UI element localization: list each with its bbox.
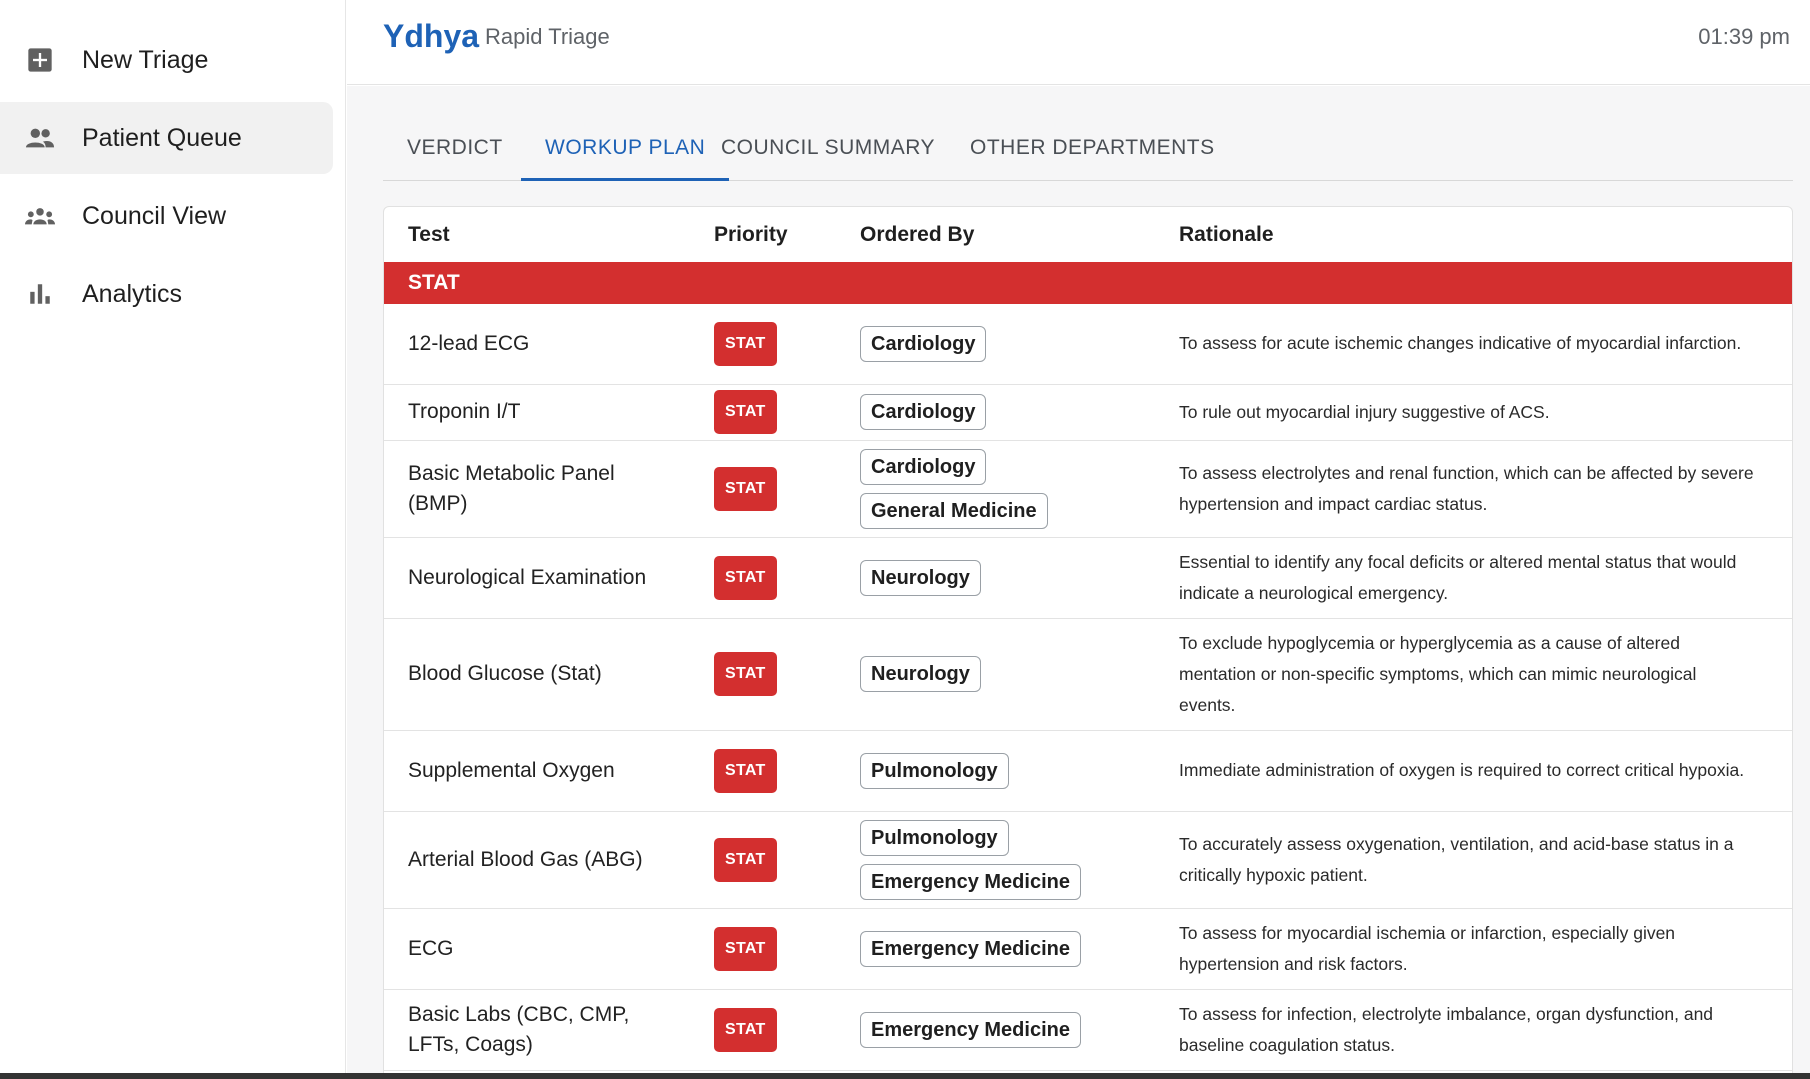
rationale-text: Immediate administration of oxygen is re… [1155, 730, 1792, 812]
test-name: Neurological Examination [384, 537, 690, 619]
people-icon [25, 123, 55, 153]
add-box-icon [25, 45, 55, 75]
department-chip: Cardiology [860, 325, 987, 362]
table-row: Troponin I/T STAT Cardiology To rule out… [384, 384, 1792, 441]
table-row: Blood Glucose (Stat) STAT Neurology To e… [384, 618, 1792, 731]
rationale-text: To assess electrolytes and renal functio… [1155, 440, 1792, 538]
priority-badge: STAT [714, 837, 777, 882]
rationale-text: To accurately assess oxygenation, ventil… [1155, 811, 1792, 909]
department-chip: General Medicine [860, 492, 1048, 529]
department-chip: Cardiology [860, 448, 987, 485]
group-label: STAT [384, 262, 1792, 304]
priority-badge: STAT [714, 390, 777, 434]
priority-badge: STAT [714, 321, 777, 366]
rationale-text: To assess for myocardial ischemia or inf… [1155, 908, 1792, 990]
table-row: Basic Labs (CBC, CMP, LFTs, Coags) STAT … [384, 989, 1792, 1071]
tab-council-summary[interactable]: COUNCIL SUMMARY [697, 122, 959, 181]
department-chip: Emergency Medicine [860, 863, 1081, 900]
workup-table: Test Priority Ordered By Rationale STAT … [384, 207, 1792, 1071]
test-name: Arterial Blood Gas (ABG) [384, 811, 690, 909]
test-name: ECG [384, 908, 690, 990]
tab-bar: VERDICT WORKUP PLAN COUNCIL SUMMARY OTHE… [383, 122, 1793, 181]
groups-icon [25, 201, 55, 231]
nav-label: Analytics [82, 279, 183, 308]
nav-item-analytics[interactable]: Analytics [0, 258, 333, 330]
priority-badge: STAT [714, 466, 777, 511]
table-row: ECG STAT Emergency Medicine To assess fo… [384, 908, 1792, 990]
nav-label: New Triage [82, 45, 209, 74]
test-name: Troponin I/T [384, 384, 690, 441]
table-header-row: Test Priority Ordered By Rationale [384, 207, 1792, 262]
table-row: Arterial Blood Gas (ABG) STAT Pulmonolog… [384, 811, 1792, 909]
table-row: Basic Metabolic Panel (BMP) STAT Cardiol… [384, 440, 1792, 538]
bar-chart-icon [25, 279, 55, 309]
test-name: Supplemental Oxygen [384, 730, 690, 812]
table-row: 12-lead ECG STAT Cardiology To assess fo… [384, 304, 1792, 385]
nav-item-council-view[interactable]: Council View [0, 180, 333, 252]
window-bottom-edge [0, 1073, 1810, 1079]
test-name: Basic Metabolic Panel (BMP) [384, 440, 690, 538]
column-header-ordered-by: Ordered By [860, 222, 975, 246]
department-chip: Neurology [860, 656, 981, 692]
column-header-priority: Priority [714, 222, 788, 246]
app-header: Ydhya Rapid Triage 01:39 pm [347, 0, 1810, 85]
clock: 01:39 pm [1698, 24, 1790, 49]
department-chip: Cardiology [860, 394, 987, 430]
department-chip: Emergency Medicine [860, 1011, 1081, 1048]
nav-label: Council View [82, 201, 227, 230]
priority-badge: STAT [714, 926, 777, 971]
workup-table-card: Test Priority Ordered By Rationale STAT … [383, 206, 1793, 1073]
priority-badge: STAT [714, 555, 777, 600]
sidebar: New Triage Patient Queue Council View An… [0, 0, 346, 1073]
priority-badge: STAT [714, 748, 777, 793]
test-name: Blood Glucose (Stat) [384, 618, 690, 731]
app-subtitle: Rapid Triage [485, 24, 610, 49]
test-name: 12-lead ECG [384, 304, 690, 385]
nav-label: Patient Queue [82, 123, 242, 152]
group-row-stat: STAT [384, 262, 1792, 304]
department-chip: Emergency Medicine [860, 930, 1081, 967]
rationale-text: To assess for acute ischemic changes ind… [1155, 304, 1792, 385]
column-header-test: Test [408, 222, 450, 246]
rationale-text: Essential to identify any focal deficits… [1155, 537, 1792, 619]
rationale-text: To exclude hypoglycemia or hyperglycemia… [1155, 618, 1792, 731]
tab-verdict[interactable]: VERDICT [383, 122, 527, 181]
nav-item-new-triage[interactable]: New Triage [0, 24, 333, 96]
priority-badge: STAT [714, 1007, 777, 1052]
column-header-rationale: Rationale [1179, 222, 1274, 246]
test-name: Basic Labs (CBC, CMP, LFTs, Coags) [384, 989, 690, 1071]
priority-badge: STAT [714, 652, 777, 696]
department-chip: Pulmonology [860, 819, 1009, 856]
rationale-text: To rule out myocardial injury suggestive… [1155, 384, 1792, 441]
tab-other-departments[interactable]: OTHER DEPARTMENTS [946, 122, 1239, 181]
brand-name: Ydhya [383, 18, 480, 54]
department-chip: Pulmonology [860, 752, 1009, 789]
main-content: VERDICT WORKUP PLAN COUNCIL SUMMARY OTHE… [347, 86, 1810, 1073]
rationale-text: To assess for infection, electrolyte imb… [1155, 989, 1792, 1071]
department-chip: Neurology [860, 559, 981, 596]
nav-item-patient-queue[interactable]: Patient Queue [0, 102, 333, 174]
table-row: Supplemental Oxygen STAT Pulmonology Imm… [384, 730, 1792, 812]
table-row: Neurological Examination STAT Neurology … [384, 537, 1792, 619]
